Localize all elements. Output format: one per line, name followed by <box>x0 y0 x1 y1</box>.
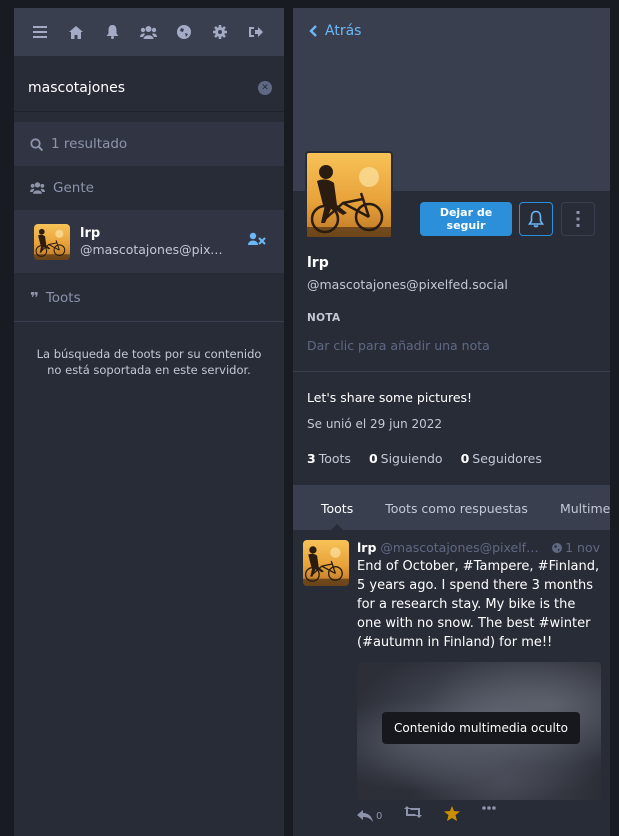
status-item[interactable]: lrp @mascotajones@pixelfed.... 1 nov End… <box>293 530 610 826</box>
status-acct[interactable]: @mascotajones@pixelfed.... <box>380 540 545 555</box>
back-button[interactable]: Atrás <box>293 8 610 54</box>
note-label: NOTA <box>307 312 341 324</box>
results-count-header: 1 resultado <box>14 122 284 166</box>
gear-icon[interactable] <box>202 8 238 56</box>
note-input[interactable]: Dar clic para añadir una nota <box>293 324 610 353</box>
status-author[interactable]: lrp <box>357 540 376 555</box>
profile-handle: @mascotajones@pixelfed.social <box>307 277 508 292</box>
search-column: ✕ 1 resultado Gente lrp @mascotajones@pi… <box>14 8 284 836</box>
home-icon[interactable] <box>58 8 94 56</box>
users-icon[interactable] <box>130 8 166 56</box>
profile-tabs: Toots Toots como respuestas Multimedia <box>293 486 610 531</box>
account-result[interactable]: lrp @mascotajones@pixelf... <box>14 210 284 274</box>
toots-section-label: Toots <box>45 289 81 306</box>
profile-bio: Let's share some pictures! <box>307 390 473 405</box>
profile-column: Atrás Dejar de seguir lrp @mascotajones@… <box>293 8 610 836</box>
following-count[interactable]: 0 Siguiendo <box>369 451 443 466</box>
profile-counts: 3 Toots 0 Siguiendo 0 Seguidores <box>293 431 610 466</box>
search-input[interactable] <box>28 79 248 96</box>
tab-toots[interactable]: Toots <box>305 501 369 516</box>
toots-section-header: ❞ Toots <box>14 274 284 322</box>
profile-menu-button[interactable] <box>561 202 595 236</box>
globe-icon <box>552 542 563 553</box>
boost-icon[interactable] <box>404 806 423 826</box>
profile-header-banner <box>293 54 610 239</box>
more-icon[interactable] <box>482 806 497 826</box>
media-spoiler[interactable]: Contenido multimedia oculto <box>357 662 601 800</box>
avatar[interactable] <box>303 540 349 586</box>
back-label: Atrás <box>325 23 362 39</box>
vertical-dots-icon <box>576 211 580 227</box>
account-display-name: lrp <box>80 225 101 241</box>
status-content: End of October, #Tampere, #Finland, 5 ye… <box>357 559 600 650</box>
profile-display-name: lrp <box>307 255 329 271</box>
results-count-label: 1 resultado <box>51 136 128 152</box>
tab-media[interactable]: Multimedia <box>544 501 610 516</box>
favourite-icon[interactable] <box>444 806 461 826</box>
clear-search-icon[interactable]: ✕ <box>258 81 272 95</box>
quote-icon: ❞ <box>30 288 39 307</box>
account-handle: @mascotajones@pixelf... <box>80 241 230 257</box>
unfollow-icon[interactable] <box>248 232 266 246</box>
logout-icon[interactable] <box>238 8 274 56</box>
status-action-bar: 0 <box>357 806 600 826</box>
globe-icon[interactable] <box>166 8 202 56</box>
search-box: ✕ <box>14 64 284 112</box>
media-hidden-label[interactable]: Contenido multimedia oculto <box>382 712 580 744</box>
joined-date: Se unió el 29 jun 2022 <box>307 417 443 431</box>
menu-icon[interactable] <box>22 8 58 56</box>
toots-count[interactable]: 3 Toots <box>307 451 351 466</box>
status-time[interactable]: 1 nov <box>552 540 600 555</box>
reply-icon[interactable]: 0 <box>357 806 382 826</box>
followers-count[interactable]: 0 Seguidores <box>461 451 542 466</box>
people-section-label: Gente <box>53 180 94 196</box>
tab-toots-replies[interactable]: Toots como respuestas <box>369 501 544 516</box>
users-icon <box>30 182 45 194</box>
unfollow-button[interactable]: Dejar de seguir <box>420 202 512 236</box>
search-icon <box>30 137 43 151</box>
avatar[interactable] <box>34 224 70 260</box>
profile-actions: Dejar de seguir <box>293 191 610 241</box>
chevron-left-icon <box>309 25 317 37</box>
people-section-header: Gente <box>14 166 284 210</box>
navigation-bar <box>14 8 284 56</box>
notify-toggle-button[interactable] <box>519 202 553 236</box>
toots-unsupported-message: La búsqueda de toots por su contenido no… <box>36 347 262 377</box>
bell-icon[interactable] <box>94 8 130 56</box>
bell-icon <box>528 210 544 228</box>
